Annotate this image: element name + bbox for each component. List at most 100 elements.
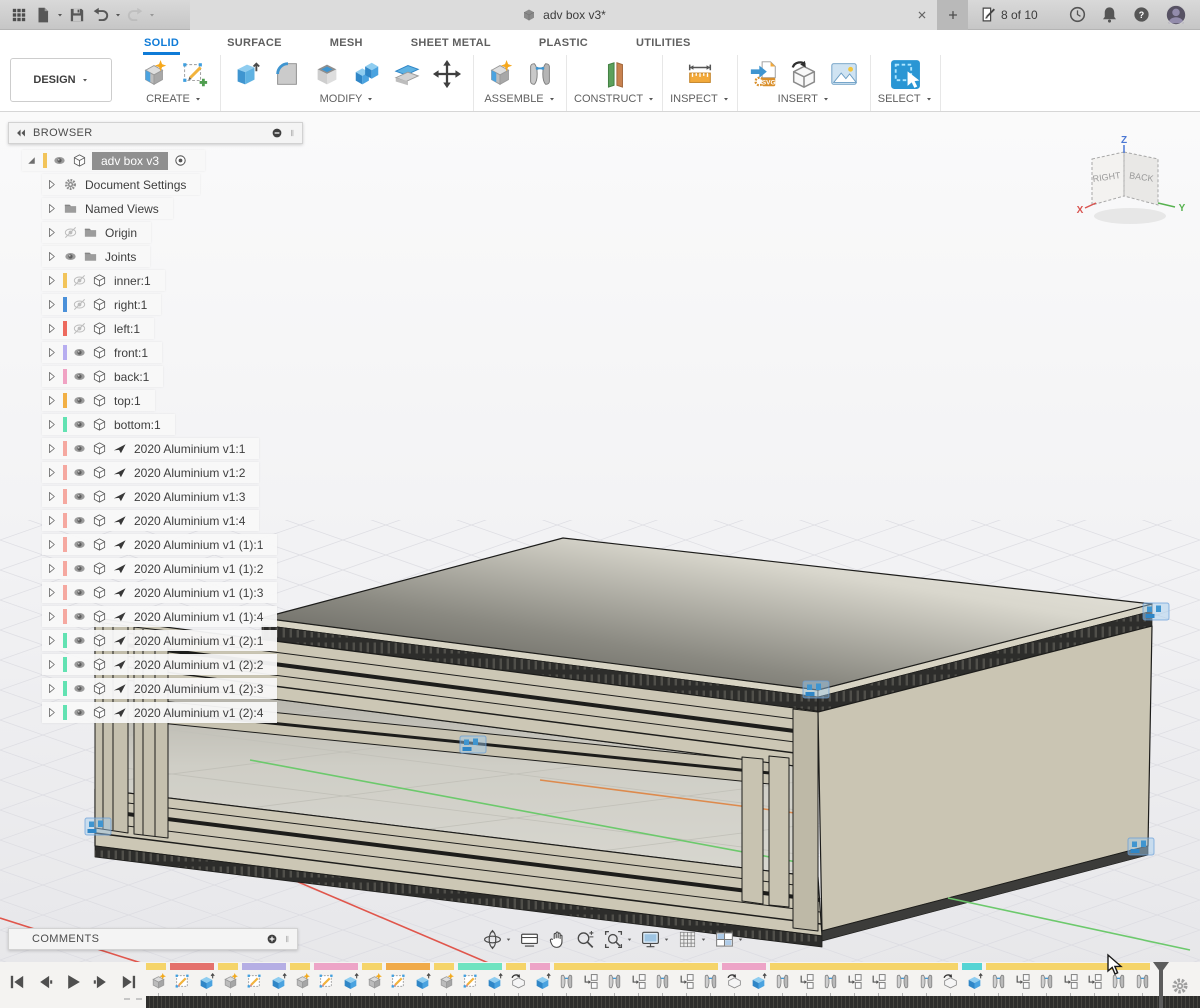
help-icon[interactable]: ? [1132,5,1151,24]
ribbon-group-label-construct[interactable]: CONSTRUCT [574,93,655,105]
b-caret-icon[interactable] [45,418,58,431]
move-button[interactable] [428,55,466,93]
b-caret-open-icon[interactable] [25,154,38,167]
browser-row-inner-1[interactable]: inner:1 [42,270,165,291]
caret-icon[interactable] [56,11,64,19]
browser-row-right-1[interactable]: right:1 [42,294,161,315]
browser-row-2020-aluminium-v1-3[interactable]: 2020 Aluminium v1:3 [42,486,259,507]
combine-button[interactable] [348,55,386,93]
ribbon-tab-solid[interactable]: SOLID [143,37,180,55]
ribbon-tab-plastic[interactable]: PLASTIC [538,37,589,55]
orbit-button[interactable] [480,928,514,951]
b-caret-icon[interactable] [45,466,58,479]
timeline-settings-gear-icon[interactable] [1170,976,1190,996]
b-caret-icon[interactable] [45,562,58,575]
eye-icon[interactable] [72,537,87,552]
ribbon-group-label-modify[interactable]: MODIFY [320,93,375,105]
minus-circle-icon[interactable] [270,126,284,140]
press-pull-button[interactable] [228,55,266,93]
grid-display-button[interactable] [675,928,709,951]
ribbon-group-label-inspect[interactable]: INSPECT [670,93,730,105]
timeline-playhead[interactable] [1152,962,1170,1000]
model-corner-post[interactable] [793,709,818,931]
b-caret-icon[interactable] [45,514,58,527]
joint-origin-marker[interactable] [1128,838,1154,855]
b-caret-icon[interactable] [45,274,58,287]
eye-off-icon[interactable] [63,225,78,240]
ribbon-group-label-create[interactable]: CREATE [146,93,202,105]
shell-button[interactable] [308,55,346,93]
browser-row-2020-aluminium-v1-4[interactable]: 2020 Aluminium v1:4 [42,510,259,531]
target-icon[interactable] [173,153,188,168]
eye-icon[interactable] [72,633,87,648]
b-caret-icon[interactable] [45,250,58,263]
eye-icon[interactable] [63,249,78,264]
browser-row-2020-aluminium-v1-2-2[interactable]: 2020 Aluminium v1 (2):2 [42,654,277,675]
browser-row-top-1[interactable]: top:1 [42,390,155,411]
insert-mesh-button[interactable] [785,55,823,93]
eye-icon[interactable] [72,393,87,408]
eye-icon[interactable] [72,465,87,480]
plus-circle-icon[interactable] [265,932,279,946]
browser-row-back-1[interactable]: back:1 [42,366,163,387]
b-caret-icon[interactable] [45,634,58,647]
joint-button[interactable] [521,55,559,93]
browser-row-2020-aluminium-v1-1-1[interactable]: 2020 Aluminium v1 (1):1 [42,534,277,555]
caret-icon[interactable] [114,11,122,19]
eye-icon[interactable] [72,513,87,528]
eye-icon[interactable] [72,441,87,456]
browser-row-left-1[interactable]: left:1 [42,318,154,339]
ribbon-tab-mesh[interactable]: MESH [329,37,364,55]
b-caret-icon[interactable] [45,226,58,239]
browser-header[interactable]: BROWSER [8,122,303,144]
ribbon-tab-sheet-metal[interactable]: SHEET METAL [410,37,492,55]
collapse-panel-icon[interactable] [14,126,28,140]
eye-icon[interactable] [72,417,87,432]
b-caret-icon[interactable] [45,178,58,191]
browser-row-bottom-1[interactable]: bottom:1 [42,414,175,435]
eye-icon[interactable] [72,585,87,600]
ribbon-group-label-select[interactable]: SELECT [878,93,933,105]
browser-row-2020-aluminium-v1-1-3[interactable]: 2020 Aluminium v1 (1):3 [42,582,277,603]
assemble-component-button[interactable] [481,55,519,93]
browser-row-2020-aluminium-v1-2[interactable]: 2020 Aluminium v1:2 [42,462,259,483]
b-caret-icon[interactable] [45,586,58,599]
eye-off-icon[interactable] [72,273,87,288]
b-caret-icon[interactable] [45,490,58,503]
step-forward-button[interactable] [90,971,112,993]
eye-icon[interactable] [72,489,87,504]
b-caret-icon[interactable] [45,706,58,719]
pan-button[interactable] [545,928,570,951]
create-sketch-button[interactable] [175,55,213,93]
clock-icon[interactable] [1068,5,1087,24]
construction-plane-button[interactable] [596,55,634,93]
eye-off-icon[interactable] [72,321,87,336]
save-icon[interactable] [68,6,86,24]
ribbon-group-label-insert[interactable]: INSERT [778,93,830,105]
eye-icon[interactable] [72,705,87,720]
browser-row-document-settings[interactable]: Document Settings [42,174,200,195]
b-caret-icon[interactable] [45,682,58,695]
b-caret-icon[interactable] [45,658,58,671]
browser-row-2020-aluminium-v1-2-1[interactable]: 2020 Aluminium v1 (2):1 [42,630,277,651]
eye-icon[interactable] [72,369,87,384]
joint-origin-marker[interactable] [460,736,486,753]
eye-icon[interactable] [72,345,87,360]
undo-icon[interactable] [92,6,110,24]
browser-row-2020-aluminium-v1-2-3[interactable]: 2020 Aluminium v1 (2):3 [42,678,277,699]
display-settings-button[interactable] [638,928,672,951]
eye-off-icon[interactable] [72,297,87,312]
zoom-button[interactable] [573,928,598,951]
browser-row-joints[interactable]: Joints [42,246,150,267]
file-icon[interactable] [34,6,52,24]
browser-row-named-views[interactable]: Named Views [42,198,173,219]
viewports-button[interactable] [712,928,746,951]
browser-row-origin[interactable]: Origin [42,222,151,243]
x-axis-label[interactable]: X [1077,205,1084,216]
b-caret-icon[interactable] [45,298,58,311]
eye-icon[interactable] [72,681,87,696]
ribbon-group-label-assemble[interactable]: ASSEMBLE [484,93,555,105]
browser-row-2020-aluminium-v1-1-2[interactable]: 2020 Aluminium v1 (1):2 [42,558,277,579]
workspace-selector[interactable]: DESIGN [10,58,112,102]
b-caret-icon[interactable] [45,346,58,359]
